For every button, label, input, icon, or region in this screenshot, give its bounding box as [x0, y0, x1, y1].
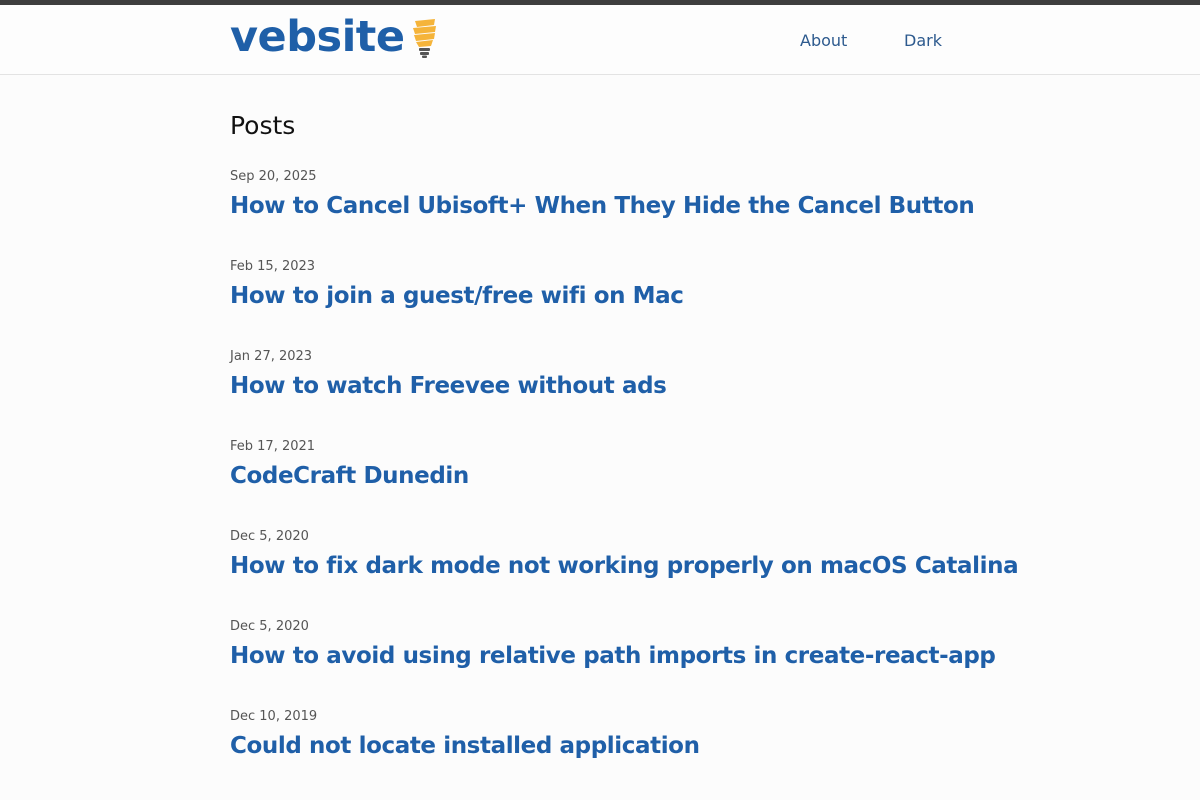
page-title: Posts — [230, 111, 296, 140]
post-list-item: Sep 20, 2025 How to Cancel Ubisoft+ When… — [230, 169, 990, 221]
nav-link-dark-mode[interactable]: Dark — [904, 31, 942, 50]
nav-link-about[interactable]: About — [800, 31, 847, 50]
post-date: Feb 15, 2023 — [230, 259, 316, 274]
post-list-item: Jan 27, 2023 How to watch Freevee withou… — [230, 349, 990, 401]
post-date: Jan 27, 2023 — [230, 349, 313, 364]
site-header: vebsite About Dark — [0, 5, 1200, 75]
post-date: Dec 10, 2019 — [230, 709, 318, 724]
post-title-link[interactable]: How to watch Freevee without ads — [230, 371, 990, 401]
lightbulb-icon — [409, 17, 439, 59]
post-date: Feb 17, 2021 — [230, 439, 316, 454]
site-logo-link[interactable]: vebsite — [230, 9, 439, 65]
post-title-link[interactable]: How to join a guest/free wifi on Mac — [230, 281, 990, 311]
site-logo-text: vebsite — [230, 12, 405, 62]
post-list-item: Feb 15, 2023 How to join a guest/free wi… — [230, 259, 990, 311]
post-date: Dec 5, 2020 — [230, 529, 309, 544]
post-title-link[interactable]: How to Cancel Ubisoft+ When They Hide th… — [230, 191, 990, 221]
post-date: Dec 5, 2020 — [230, 619, 309, 634]
post-list-item: Dec 5, 2020 How to fix dark mode not wor… — [230, 529, 1019, 581]
post-list-item: Dec 10, 2019 Could not locate installed … — [230, 709, 990, 761]
post-list-item: Feb 17, 2021 CodeCraft Dunedin — [230, 439, 990, 491]
post-title-link[interactable]: Could not locate installed application — [230, 731, 990, 761]
post-title-link[interactable]: CodeCraft Dunedin — [230, 461, 990, 491]
post-title-link[interactable]: How to fix dark mode not working properl… — [230, 551, 1019, 581]
post-date: Sep 20, 2025 — [230, 169, 317, 184]
post-title-link[interactable]: How to avoid using relative path imports… — [230, 641, 996, 671]
post-list-item: Dec 5, 2020 How to avoid using relative … — [230, 619, 996, 671]
